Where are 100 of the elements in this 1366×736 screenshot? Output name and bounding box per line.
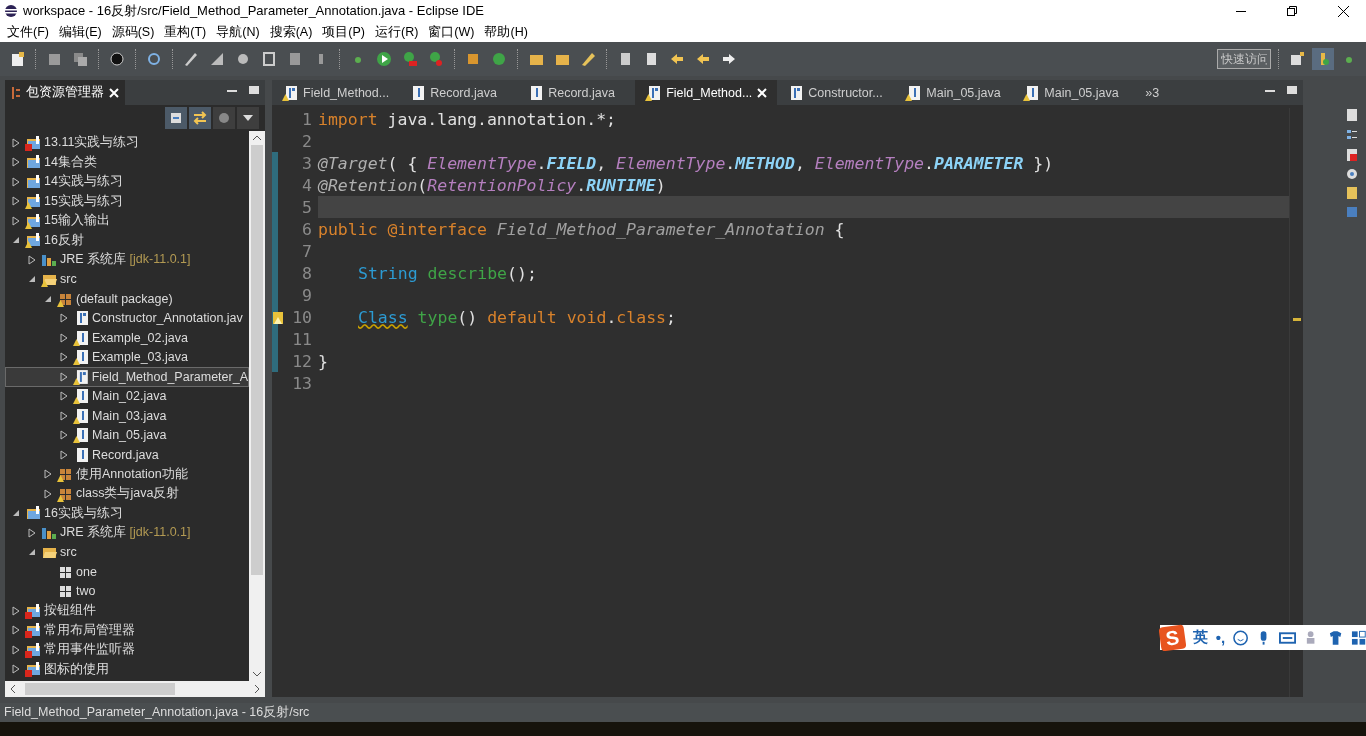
- shirt-icon[interactable]: [1327, 629, 1343, 646]
- editor-tab[interactable]: Constructor...: [777, 80, 896, 105]
- tree-item[interactable]: 13.11实践与练习: [5, 133, 249, 153]
- code-line: String describe();: [358, 263, 537, 283]
- expand-arrow-icon[interactable]: [44, 488, 52, 499]
- tree-item[interactable]: Constructor_Annotation.jav: [5, 308, 249, 328]
- language-mode-button[interactable]: 英: [1192, 628, 1208, 647]
- tree-item[interactable]: Field_Method_Parameter_A: [5, 367, 249, 387]
- expand-arrow-icon[interactable]: [60, 410, 68, 421]
- tree-item[interactable]: Example_03.java: [5, 347, 249, 367]
- menu-item[interactable]: 运行(R): [370, 22, 424, 42]
- tree-item[interactable]: (default package): [5, 289, 249, 309]
- tree-item[interactable]: 图标的使用: [5, 659, 249, 679]
- tree-item[interactable]: one: [5, 562, 249, 582]
- expand-arrow-icon[interactable]: [28, 527, 36, 538]
- line-number: 11: [291, 329, 313, 349]
- expand-arrow-icon[interactable]: [60, 430, 68, 441]
- collapse-arrow-icon[interactable]: [28, 275, 36, 284]
- expand-arrow-icon[interactable]: [60, 332, 68, 343]
- expand-arrow-icon[interactable]: [12, 137, 20, 148]
- expand-arrow-icon[interactable]: [60, 352, 68, 363]
- tree-item[interactable]: 14集合类: [5, 152, 249, 172]
- expand-arrow-icon[interactable]: [60, 449, 68, 460]
- tree-item[interactable]: 使用Annotation功能: [5, 464, 249, 484]
- tree-item[interactable]: Main_05.java: [5, 425, 249, 445]
- horizontal-scrollbar[interactable]: [5, 681, 265, 697]
- collapse-arrow-icon[interactable]: [44, 294, 52, 303]
- tree-item[interactable]: Main_03.java: [5, 406, 249, 426]
- tree-item[interactable]: JRE 系统库 [jdk-11.0.1]: [5, 523, 249, 543]
- line-number: 1: [301, 109, 313, 129]
- menu-item[interactable]: 编辑(E): [53, 22, 107, 42]
- quick-access-field[interactable]: 快速访问: [1217, 49, 1271, 69]
- view-menu-button[interactable]: [237, 107, 259, 129]
- menu-item[interactable]: 搜索(A): [264, 22, 318, 42]
- collapse-arrow-icon[interactable]: [12, 236, 20, 245]
- code-line: Class type() default void.class;: [358, 307, 676, 327]
- expand-arrow-icon[interactable]: [12, 644, 20, 655]
- tree-item[interactable]: src: [5, 269, 249, 289]
- vertical-scrollbar[interactable]: [249, 131, 265, 681]
- grid-icon[interactable]: [1350, 629, 1366, 646]
- editor-tab[interactable]: Field_Method...: [635, 80, 778, 105]
- tree-item[interactable]: Example_02.java: [5, 328, 249, 348]
- expand-arrow-icon[interactable]: [12, 664, 20, 675]
- tree-item[interactable]: Record.java: [5, 445, 249, 465]
- close-icon[interactable]: [109, 87, 119, 98]
- tree-item[interactable]: 常用事件监听器: [5, 640, 249, 660]
- line-number: 6: [301, 219, 313, 239]
- menu-item[interactable]: 文件(F): [2, 22, 54, 42]
- tree-item[interactable]: 14实践与练习: [5, 172, 249, 192]
- editor-tab[interactable]: Field_Method...: [272, 80, 400, 105]
- expand-arrow-icon[interactable]: [60, 313, 68, 324]
- editor-tab[interactable]: Record.java: [517, 80, 636, 105]
- code-line: @Retention(RetentionPolicy.RUNTIME): [318, 175, 666, 195]
- tree-item[interactable]: 15输入输出: [5, 211, 249, 231]
- keyboard-icon[interactable]: [1279, 630, 1297, 645]
- collapse-arrow-icon[interactable]: [12, 509, 20, 518]
- explorer-tab[interactable]: 包资源管理器: [5, 80, 125, 105]
- close-icon[interactable]: [757, 87, 768, 98]
- expand-arrow-icon[interactable]: [44, 469, 52, 480]
- editor-tab[interactable]: Main_05.java: [1013, 80, 1132, 105]
- tree-item[interactable]: Main_02.java: [5, 386, 249, 406]
- caret-icon: [243, 115, 253, 121]
- expand-arrow-icon[interactable]: [12, 625, 20, 636]
- tree-item[interactable]: 16反射: [5, 230, 249, 250]
- page-icon: [287, 51, 303, 67]
- collapse-arrow-icon[interactable]: [28, 548, 36, 557]
- menu-item[interactable]: 导航(N): [211, 22, 265, 42]
- menu-item[interactable]: 源码(S): [106, 22, 160, 42]
- tree-item[interactable]: class类与java反射: [5, 484, 249, 504]
- menu-item[interactable]: 帮助(H): [479, 22, 533, 42]
- smiley-icon[interactable]: [1233, 629, 1249, 646]
- new-document-icon: [9, 51, 25, 67]
- menu-item[interactable]: 项目(P): [317, 22, 370, 42]
- tree-item[interactable]: 15实践与练习: [5, 191, 249, 211]
- expand-arrow-icon[interactable]: [12, 605, 20, 616]
- expand-arrow-icon[interactable]: [59, 371, 68, 382]
- menu-item[interactable]: 窗口(W): [423, 22, 480, 42]
- expand-arrow-icon[interactable]: [60, 391, 68, 402]
- tab-overflow-button[interactable]: »3: [1131, 80, 1170, 105]
- editor-tab[interactable]: Main_05.java: [895, 80, 1014, 105]
- tree-item[interactable]: JRE 系统库 [jdk-11.0.1]: [5, 250, 249, 270]
- expand-arrow-icon[interactable]: [28, 254, 36, 265]
- tree-item[interactable]: two: [5, 581, 249, 601]
- restore-icon: [1287, 6, 1297, 16]
- expand-arrow-icon[interactable]: [12, 176, 20, 187]
- collapse-all-button[interactable]: [165, 107, 187, 129]
- maximize-icon: [249, 86, 259, 96]
- tree-item[interactable]: 常用布局管理器: [5, 620, 249, 640]
- punctuation-button[interactable]: •,: [1215, 629, 1226, 646]
- disks-icon: [72, 51, 88, 67]
- back-arrow-icon: [695, 51, 711, 67]
- link-editor-button[interactable]: [189, 107, 211, 129]
- tree-item[interactable]: 按钮组件: [5, 601, 249, 621]
- expand-arrow-icon[interactable]: [12, 215, 20, 226]
- editor-tab[interactable]: Record.java: [399, 80, 518, 105]
- expand-arrow-icon[interactable]: [12, 157, 20, 168]
- expand-arrow-icon[interactable]: [12, 196, 20, 207]
- tree-item[interactable]: src: [5, 542, 249, 562]
- menu-item[interactable]: 重构(T): [159, 22, 212, 42]
- tree-item[interactable]: 16实践与练习: [5, 503, 249, 523]
